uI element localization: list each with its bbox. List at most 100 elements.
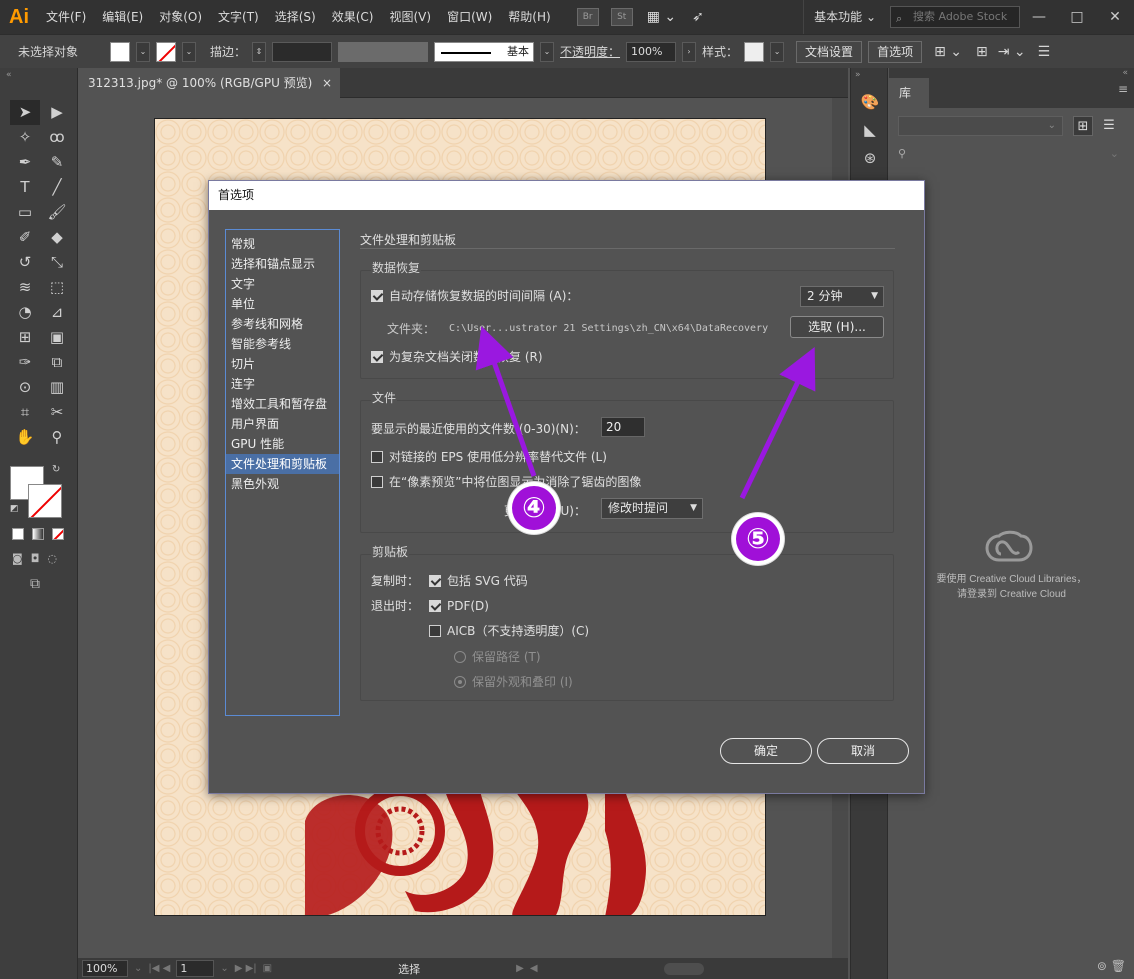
color-panel-icon[interactable]: 🎨 (851, 88, 889, 116)
preserve-paths-radio[interactable] (454, 650, 466, 663)
category-file-handling[interactable]: 文件处理和剪贴板 (226, 454, 339, 474)
minimize-button[interactable]: — (1020, 0, 1058, 34)
symbol-sprayer-tool-icon[interactable]: ⊙ (10, 375, 40, 400)
library-search-input[interactable]: ⚲ ⌄ (898, 144, 1123, 164)
stroke-color-box[interactable] (28, 484, 62, 518)
fill-swatch[interactable] (110, 41, 130, 62)
direct-selection-tool-icon[interactable]: ▶ (42, 100, 72, 125)
document-tab[interactable]: 312313.jpg* @ 100% (RGB/GPU 预览) × (78, 68, 340, 98)
workspace-switcher[interactable]: 基本功能 ⌄ (803, 0, 886, 34)
swatches-panel-icon[interactable]: ◣ (851, 116, 889, 144)
artboard-number-input[interactable]: 1 (176, 960, 215, 977)
align-icon[interactable]: ⊞ ⌄ (934, 44, 962, 60)
style-dropdown[interactable]: ⌄ (770, 41, 785, 62)
column-graph-tool-icon[interactable]: ▥ (42, 375, 72, 400)
bridge-icon[interactable]: Br (576, 8, 599, 26)
horizontal-scroll-thumb[interactable] (663, 962, 704, 975)
fill-stroke-widget[interactable]: ↻ ◩ (10, 464, 66, 520)
menu-window[interactable]: 窗口(W) (439, 0, 500, 34)
selection-tool-icon[interactable]: ➤ (10, 100, 40, 125)
category-black-appearance[interactable]: 黑色外观 (226, 474, 339, 494)
autosave-checkbox[interactable] (371, 289, 383, 302)
fill-dropdown[interactable]: ⌄ (136, 41, 150, 62)
pen-tool-icon[interactable]: ✒ (10, 150, 40, 175)
category-units[interactable]: 单位 (226, 294, 339, 314)
close-window-button[interactable]: ✕ (1096, 0, 1134, 34)
trash-icon[interactable]: 🗑 (1111, 959, 1126, 973)
library-menu-icon[interactable]: ≡ (1118, 82, 1128, 96)
collapse-strip-icon[interactable]: » (851, 68, 887, 82)
perspective-grid-tool-icon[interactable]: ⊿ (42, 300, 72, 325)
menu-object[interactable]: 对象(O) (151, 0, 210, 34)
status-menu-arrow-icon[interactable]: ▶ (516, 963, 524, 974)
menu-effect[interactable]: 效果(C) (324, 0, 382, 34)
recent-files-input[interactable]: 20 (601, 417, 645, 437)
rotate-tool-icon[interactable]: ↺ (10, 250, 40, 275)
menu-file[interactable]: 文件(F) (38, 0, 94, 34)
stroke-swatch[interactable] (156, 41, 176, 62)
pdf-checkbox[interactable] (429, 599, 441, 612)
mesh-tool-icon[interactable]: ⊞ (10, 325, 40, 350)
library-tab[interactable]: 库 (889, 78, 929, 108)
symbols-panel-icon[interactable]: ⊛ (851, 144, 889, 172)
close-tab-icon[interactable]: × (322, 68, 332, 98)
category-gpu-performance[interactable]: GPU 性能 (226, 434, 339, 454)
horizontal-scroll-left-icon[interactable]: ◀ (530, 963, 538, 974)
draw-behind-icon[interactable]: ◘ (31, 552, 40, 565)
collapse-toolbar-icon[interactable]: « (6, 70, 12, 80)
default-colors-icon[interactable]: ◩ (10, 504, 19, 514)
gpu-rocket-icon[interactable]: ➶ (684, 0, 712, 34)
swap-colors-icon[interactable]: ↻ (52, 464, 60, 475)
artboard-dropdown-icon[interactable]: ⌄ (220, 963, 228, 974)
curvature-tool-icon[interactable]: ✎ (42, 150, 72, 175)
autosave-interval-select[interactable]: 2 分钟 ▼ (800, 286, 884, 307)
paintbrush-tool-icon[interactable]: 🖌 (42, 200, 72, 225)
menu-edit[interactable]: 编辑(E) (94, 0, 151, 34)
category-smart-guides[interactable]: 智能参考线 (226, 334, 339, 354)
zoom-level-input[interactable]: 100% (82, 960, 128, 977)
category-plugins-scratch[interactable]: 增效工具和暂存盘 (226, 394, 339, 414)
category-guides-grid[interactable]: 参考线和网格 (226, 314, 339, 334)
stroke-dropdown[interactable]: ⌄ (182, 41, 196, 62)
category-slices[interactable]: 切片 (226, 354, 339, 374)
brush-dropdown[interactable]: ⌄ (540, 41, 555, 62)
zoom-tool-icon[interactable]: ⚲ (42, 425, 72, 450)
eyedropper-tool-icon[interactable]: ✑ (10, 350, 40, 375)
preferences-button[interactable]: 首选项 (868, 40, 923, 63)
width-tool-icon[interactable]: ≋ (10, 275, 40, 300)
list-view-icon[interactable]: ☰ (1099, 116, 1119, 136)
zoom-dropdown-icon[interactable]: ⌄ (134, 963, 142, 974)
category-type[interactable]: 文字 (226, 274, 339, 294)
opacity-arrow[interactable]: › (682, 41, 697, 62)
rectangle-tool-icon[interactable]: ▭ (10, 200, 40, 225)
draw-inside-icon[interactable]: ◌ (47, 552, 57, 565)
complex-doc-checkbox[interactable] (371, 350, 383, 363)
svg-checkbox[interactable] (429, 574, 441, 587)
gradient-tool-icon[interactable]: ▣ (42, 325, 72, 350)
update-links-select[interactable]: 修改时提问 ▼ (601, 498, 703, 519)
preserve-appearance-radio[interactable] (454, 675, 466, 688)
draw-normal-icon[interactable]: ◙ (12, 552, 23, 565)
lasso-tool-icon[interactable]: ꝏ (42, 125, 72, 150)
arrange-documents-icon[interactable]: ▦ ⌄ (639, 0, 684, 34)
none-mode-icon[interactable] (52, 528, 64, 540)
stock-icon[interactable]: St (610, 8, 633, 26)
free-transform-tool-icon[interactable]: ⬚ (42, 275, 72, 300)
line-tool-icon[interactable]: ╱ (42, 175, 72, 200)
search-scope-dropdown-icon[interactable]: ⌄ (1110, 144, 1119, 164)
library-select[interactable]: ⌄ (898, 116, 1063, 136)
menu-view[interactable]: 视图(V) (381, 0, 439, 34)
type-tool-icon[interactable]: T (10, 175, 40, 200)
magic-wand-tool-icon[interactable]: ✧ (10, 125, 40, 150)
eraser-tool-icon[interactable]: ◆ (42, 225, 72, 250)
choose-folder-button[interactable]: 选取 (H)... (790, 316, 884, 338)
aicb-checkbox[interactable] (429, 624, 441, 637)
artboard-options-icon[interactable]: ▣ (263, 963, 272, 974)
blend-tool-icon[interactable]: ⧉ (42, 350, 72, 375)
shape-builder-tool-icon[interactable]: ◔ (10, 300, 40, 325)
scale-tool-icon[interactable]: ⤡ (42, 250, 72, 275)
pixel-preview-checkbox[interactable] (371, 475, 383, 488)
stock-search-input[interactable]: ⌕ 搜索 Adobe Stock (890, 6, 1020, 28)
next-artboard-icon[interactable]: ▶ ▶| (235, 963, 257, 974)
first-artboard-icon[interactable]: |◀ ◀ (148, 963, 170, 974)
